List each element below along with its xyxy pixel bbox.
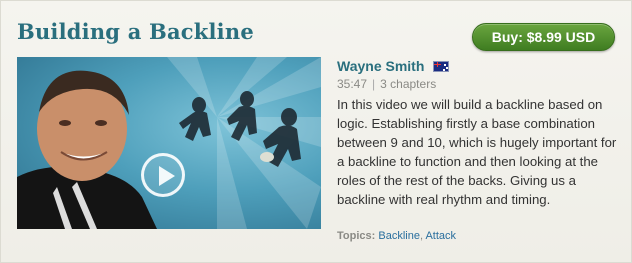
video-meta: 35:47 | 3 chapters [337,77,436,91]
play-icon[interactable] [141,153,185,197]
video-card: Building a Backline Buy: $8.99 USD Wayne… [0,0,632,263]
topics: Topics: Backline, Attack [337,230,456,242]
video-thumbnail[interactable] [17,57,321,229]
video-duration: 35:47 [337,77,368,91]
new-zealand-flag-icon [433,61,449,72]
video-title[interactable]: Building a Backline [17,19,254,44]
thumbnail-artwork [17,57,321,229]
topic-link-backline[interactable]: Backline [378,230,420,242]
video-chapters: 3 chapters [380,77,437,91]
topic-link-attack[interactable]: Attack [425,230,456,242]
author-link[interactable]: Wayne Smith [337,58,424,74]
buy-button[interactable]: Buy: $8.99 USD [472,23,615,51]
topics-label: Topics: [337,230,376,242]
video-description: In this video we will build a backline b… [337,97,617,207]
meta-separator: | [372,77,376,91]
